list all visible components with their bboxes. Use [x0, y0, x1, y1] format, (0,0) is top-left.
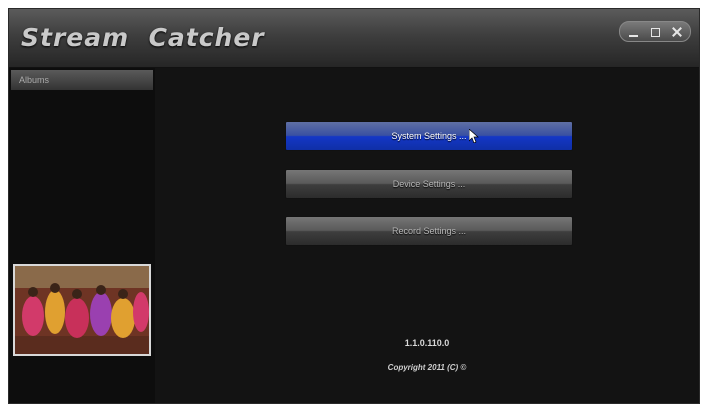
app-title: Stream Catcher: [21, 23, 265, 52]
sidebar-header[interactable]: Albums: [11, 70, 153, 90]
minimize-icon[interactable]: [626, 24, 642, 40]
sidebar: Albums: [9, 68, 155, 403]
main-panel: System Settings ... Device Settings ... …: [155, 68, 699, 403]
title-bar[interactable]: Stream Catcher: [9, 9, 699, 68]
video-thumbnail[interactable]: [13, 264, 151, 356]
mouse-cursor-icon: [469, 129, 479, 143]
system-settings-label: System Settings ...: [391, 131, 467, 141]
close-icon[interactable]: [669, 24, 685, 40]
copyright-text: Copyright 2011 (C) ©: [387, 363, 467, 372]
version-text: 1.1.0.110.0: [404, 338, 450, 348]
system-settings-button[interactable]: System Settings ...: [285, 121, 573, 151]
window-controls: [619, 21, 691, 42]
device-settings-button[interactable]: Device Settings ...: [285, 169, 573, 199]
app-window: Stream Catcher Albums System Settings ..…: [8, 8, 700, 404]
device-settings-label: Device Settings ...: [392, 179, 466, 189]
thumbnail-image: [15, 266, 149, 354]
record-settings-button[interactable]: Record Settings ...: [285, 216, 573, 246]
restore-icon[interactable]: [647, 24, 663, 40]
record-settings-label: Record Settings ...: [391, 226, 467, 236]
